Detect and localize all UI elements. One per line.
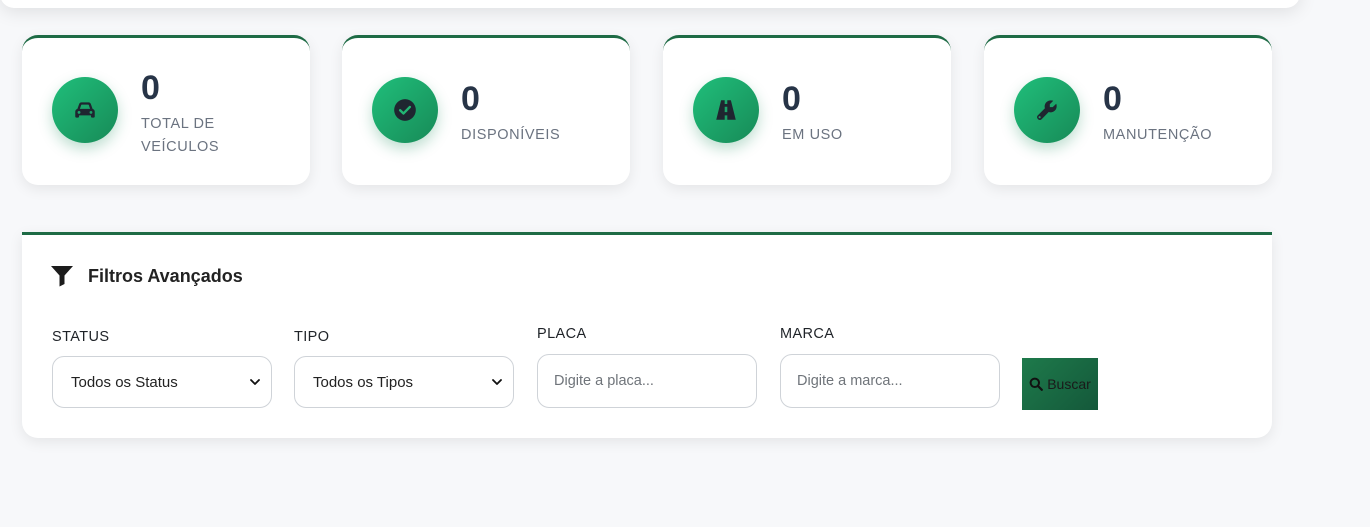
search-icon xyxy=(1029,377,1044,391)
stat-card-total-vehicles: 0 TOTAL DE VEÍCULOS xyxy=(22,35,310,185)
stat-label: EM USO xyxy=(782,127,843,143)
stat-value: 0 xyxy=(141,69,160,107)
marca-input[interactable]: Digite a marca... xyxy=(780,354,1000,408)
filter-icon xyxy=(51,266,73,287)
stat-value: 0 xyxy=(782,80,801,118)
chevron-down-icon xyxy=(492,379,502,385)
stat-value: 0 xyxy=(461,80,480,118)
search-button-label: Buscar xyxy=(1047,376,1091,392)
placa-input[interactable]: Digite a placa... xyxy=(537,354,757,408)
filters-title: Filtros Avançados xyxy=(50,265,243,287)
stat-label: DISPONÍVEIS xyxy=(461,127,561,143)
stat-card-maintenance: 0 MANUTENÇÃO xyxy=(984,35,1272,185)
marca-label: MARCA xyxy=(780,326,835,342)
status-select[interactable]: Todos os Status xyxy=(52,356,272,408)
marca-placeholder: Digite a marca... xyxy=(797,373,903,389)
stat-card-available: 0 DISPONÍVEIS xyxy=(342,35,630,185)
wrench-icon xyxy=(1014,77,1080,143)
stat-value: 0 xyxy=(1103,80,1122,118)
tipo-label: TIPO xyxy=(294,329,330,345)
check-circle-icon xyxy=(372,77,438,143)
placa-placeholder: Digite a placa... xyxy=(554,373,654,389)
status-select-value: Todos os Status xyxy=(71,373,178,391)
stat-label: MANUTENÇÃO xyxy=(1103,127,1213,143)
advanced-filters-panel: Filtros Avançados STATUS Todos os Status… xyxy=(22,232,1272,438)
chevron-down-icon xyxy=(250,379,260,385)
status-label: STATUS xyxy=(52,329,110,345)
road-icon xyxy=(693,77,759,143)
stat-label-line1: TOTAL DE xyxy=(141,116,215,132)
top-header-bar xyxy=(0,0,1300,8)
search-button[interactable]: Buscar xyxy=(1022,358,1098,410)
placa-label: PLACA xyxy=(537,326,587,342)
car-icon xyxy=(52,77,118,143)
stat-card-in-use: 0 EM USO xyxy=(663,35,951,185)
stat-label-line2: VEÍCULOS xyxy=(141,139,220,155)
tipo-select-value: Todos os Tipos xyxy=(313,373,414,391)
filters-title-text: Filtros Avançados xyxy=(88,265,243,286)
stat-label: TOTAL DE VEÍCULOS xyxy=(141,113,219,159)
tipo-select[interactable]: Todos os Tipos xyxy=(294,356,514,408)
